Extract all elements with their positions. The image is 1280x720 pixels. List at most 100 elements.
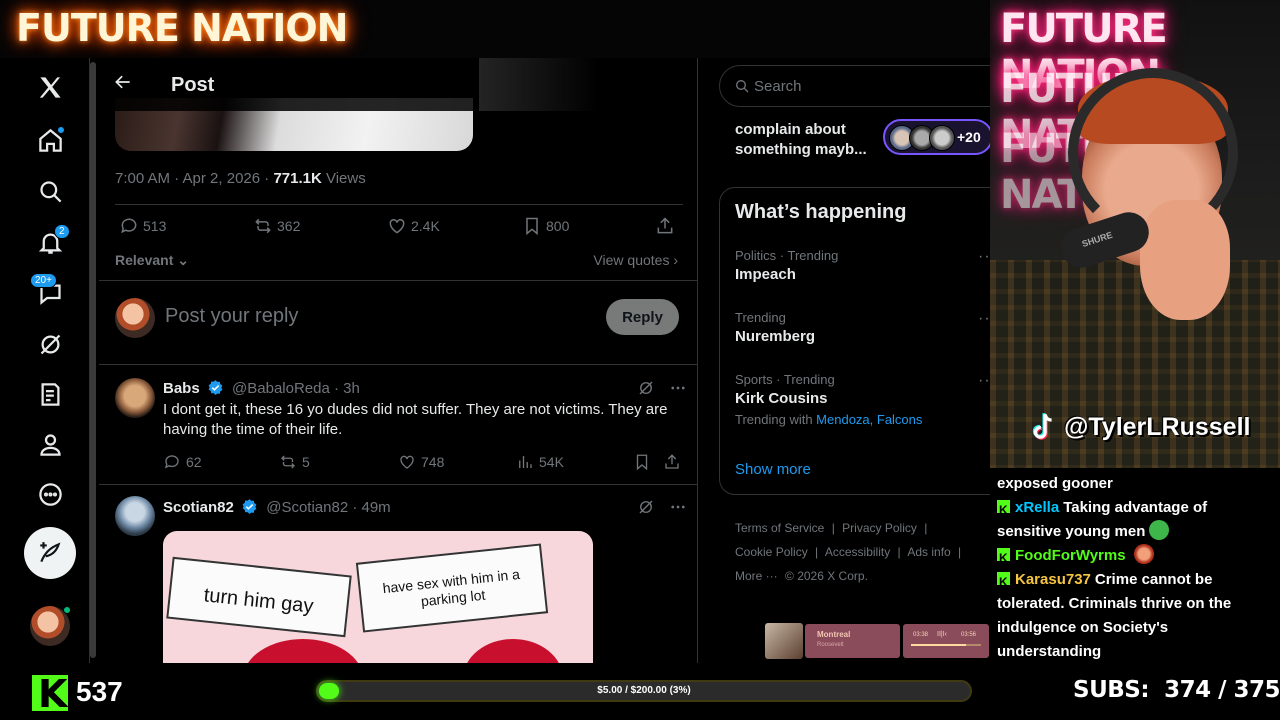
notifications-icon[interactable]: 2 (24, 220, 76, 264)
chat-username[interactable]: xRella (1015, 499, 1059, 516)
more-icon[interactable] (24, 472, 76, 516)
grok-icon[interactable] (24, 322, 76, 366)
grok-icon[interactable] (637, 498, 655, 516)
footer-link[interactable]: Privacy Policy (842, 521, 917, 535)
repost-icon (255, 218, 271, 234)
lists-icon[interactable] (24, 372, 76, 416)
reply-button[interactable]: Reply (606, 299, 679, 335)
footer-link[interactable]: More ··· (735, 569, 778, 583)
post-header: Post (99, 58, 697, 111)
footer-separator: | (924, 521, 928, 535)
tweet-text: I dont get it, these 16 yo dudes did not… (163, 401, 668, 438)
more-icon[interactable] (669, 379, 687, 397)
footer-link[interactable]: Accessibility (825, 545, 890, 559)
reply-author[interactable]: Scotian82 @Scotian82 · 49m (163, 498, 391, 516)
trend-related-links[interactable]: Mendoza, Falcons (816, 412, 922, 427)
verified-icon (208, 380, 223, 395)
reply-icon (164, 455, 179, 469)
trend-item[interactable]: Sports · Trending Kirk Cousins Trending … (735, 372, 990, 427)
reply-author[interactable]: Babs @BabaloReda · 3h (163, 379, 360, 397)
repost-stat[interactable]: 5 (279, 453, 310, 471)
footer-link[interactable]: Cookie Policy (735, 545, 808, 559)
author-handle: @Scotian82 · 49m (266, 499, 391, 516)
chat-message: FoodForWyrms (997, 544, 1273, 570)
author-name: Babs (163, 380, 200, 397)
tweet-actions (637, 498, 687, 516)
scrollbar[interactable] (90, 62, 96, 658)
share-button[interactable] (655, 216, 675, 236)
share-button[interactable] (663, 453, 681, 471)
search-input[interactable]: Search (719, 65, 990, 107)
reply-count: 62 (186, 454, 202, 470)
trend-item[interactable]: Politics · Trending Impeach ··· (735, 248, 990, 283)
grok-icon[interactable] (637, 379, 655, 397)
track-title: Montreal (817, 630, 851, 639)
show-more-link[interactable]: Show more (735, 461, 811, 478)
view-quotes-link[interactable]: View quotes › (593, 252, 678, 268)
chat-username[interactable]: FoodForWyrms (1015, 547, 1126, 564)
post-timestamp: 7:00 AM · Apr 2, 2026 · 771.1K Views (115, 170, 366, 187)
like-stat[interactable]: 748 (398, 453, 444, 471)
views-stat[interactable]: 54K (516, 453, 564, 471)
reply-count: 513 (143, 218, 167, 234)
search-icon (736, 80, 749, 93)
back-button[interactable] (113, 72, 139, 98)
repost-stat[interactable]: 362 (253, 216, 300, 236)
subs-value: 374 / 375 (1164, 677, 1280, 703)
reply-stat[interactable]: 513 (119, 216, 166, 236)
page-title: Post (171, 74, 215, 96)
more-icon[interactable]: ··· (978, 248, 990, 266)
track-artist: Roosevelt (817, 642, 844, 648)
home-icon[interactable] (24, 118, 76, 162)
like-stat[interactable]: 2.4K (387, 216, 440, 236)
bookmark-stat[interactable]: 800 (522, 216, 569, 236)
space-participants[interactable]: +20 (883, 119, 990, 155)
bookmark-button[interactable] (633, 453, 651, 471)
sort-dropdown[interactable]: Relevant ⌄ (115, 252, 189, 269)
chat-message: exposed gooner (997, 472, 1273, 496)
views-count: 771.1K (273, 170, 322, 187)
post-time[interactable]: 7:00 AM · Apr 2, 2026 · (115, 170, 273, 187)
divider (115, 204, 683, 205)
trend-related: Trending with Mendoza, Falcons (735, 412, 990, 427)
messages-badge: 20+ (30, 273, 57, 288)
donation-goal-text: $5.00 / $200.00 (3%) (597, 685, 691, 696)
reply-stat[interactable]: 62 (163, 453, 202, 471)
mic-brand: SHURE (1080, 229, 1114, 250)
messages-icon[interactable]: 20+ (24, 271, 76, 315)
footer-link[interactable]: Terms of Service (735, 521, 824, 535)
explore-icon[interactable] (24, 169, 76, 213)
trend-item[interactable]: Trending Nuremberg ··· (735, 310, 990, 345)
avatar[interactable] (115, 378, 155, 418)
chat-message: Karasu737Crime cannot be tolerated. Crim… (997, 568, 1273, 663)
more-icon[interactable]: ··· (978, 310, 990, 328)
more-icon[interactable]: ··· (978, 372, 990, 390)
sidebar-nav: 2 20+ (0, 58, 90, 663)
progress-fill (911, 644, 966, 646)
footer-separator: | (897, 545, 901, 559)
tweet-image[interactable]: turn him gay have sex with him in a park… (163, 531, 593, 663)
space-count: +20 (957, 129, 981, 145)
chat-username[interactable]: Karasu737 (1015, 571, 1091, 588)
avatar[interactable] (115, 496, 155, 536)
x-logo-icon[interactable] (24, 65, 76, 109)
space-title[interactable]: complain about something mayb... (735, 120, 880, 160)
divider (99, 280, 697, 281)
arrow-left-icon (115, 75, 130, 89)
meme-button-left (243, 639, 363, 663)
avatar (929, 125, 955, 151)
meme-button-right (463, 639, 563, 663)
compose-icon (40, 542, 61, 563)
repost-icon (281, 455, 295, 469)
reply-icon (121, 218, 137, 234)
kick-badge-icon (997, 498, 1010, 522)
account-avatar[interactable] (30, 606, 71, 646)
compose-button[interactable] (24, 527, 76, 579)
meme-card-right: have sex with him in a parking lot (355, 543, 549, 633)
sort-label: Relevant (115, 252, 174, 268)
footer-link[interactable]: Ads info (907, 545, 950, 559)
trend-related-label: Trending with (735, 412, 817, 427)
more-icon[interactable] (669, 498, 687, 516)
reply-input[interactable]: Post your reply (165, 305, 298, 328)
profile-icon[interactable] (24, 422, 76, 466)
